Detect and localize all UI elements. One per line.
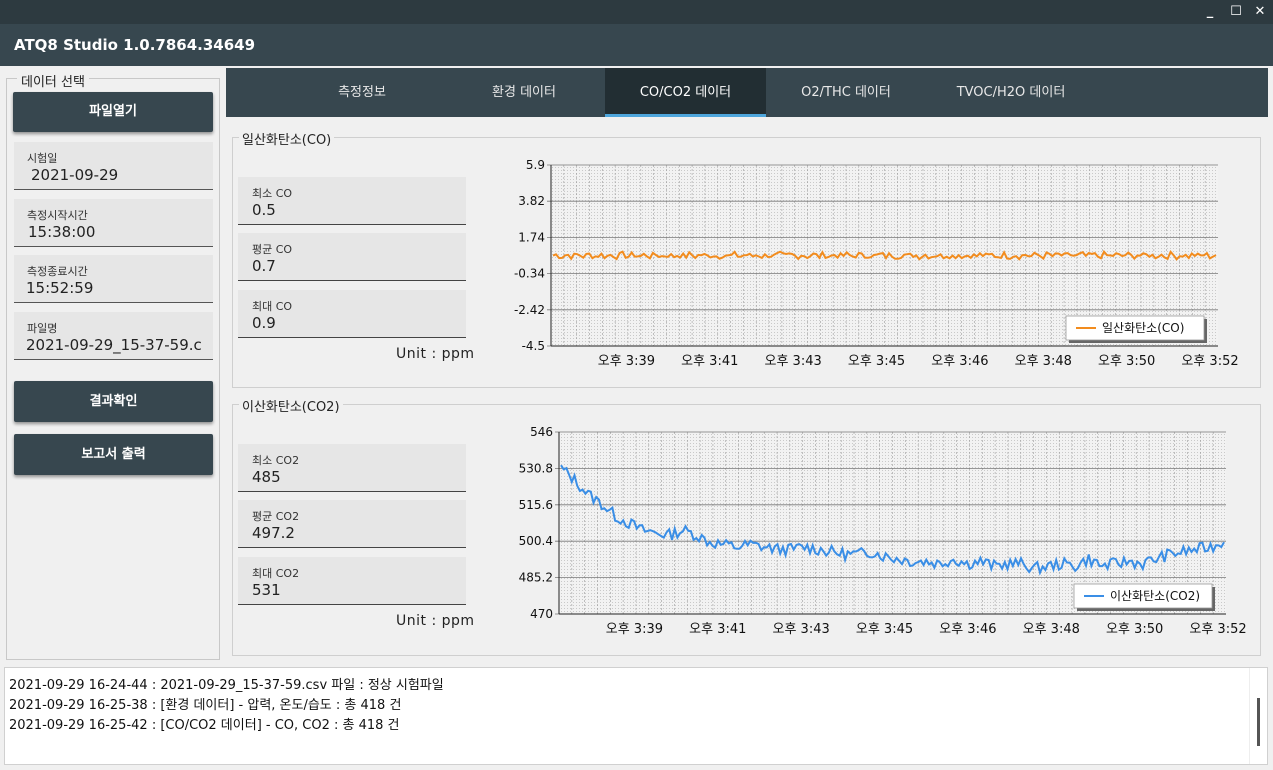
- tab-environment-data[interactable]: 환경 데이터: [446, 68, 602, 117]
- log-line: 2021-09-29 16-24-44 : 2021-09-29_15-37-5…: [9, 678, 444, 693]
- x-tick-label: 오후 3:48: [1015, 354, 1072, 369]
- x-tick-label: 오후 3:48: [1023, 622, 1080, 637]
- co-unit-label: Unit : ppm: [396, 346, 475, 362]
- co2-unit-label: Unit : ppm: [396, 613, 475, 629]
- y-tick-label: 485.2: [519, 571, 553, 585]
- check-result-button[interactable]: 결과확인: [14, 381, 213, 422]
- end-time-label: 측정종료시간: [27, 265, 88, 278]
- y-tick-label: 470: [530, 607, 553, 621]
- tab-o2-thc-data[interactable]: O2/THC 데이터: [768, 68, 924, 117]
- y-tick-label: 5.9: [526, 158, 545, 172]
- y-tick-label: 546: [530, 425, 553, 439]
- co-group-title: 일산화탄소(CO): [239, 129, 335, 148]
- x-tick-label: 오후 3:50: [1106, 622, 1163, 637]
- end-time-field: 측정종료시간 15:52:59: [14, 255, 213, 303]
- co-group: 일산화탄소(CO) 최소 CO 0.5 평균 CO 0.7 최대 CO 0.9 …: [232, 129, 1261, 388]
- filename-field: 파일명 2021-09-29_15-37-59.c: [14, 312, 213, 360]
- start-time-label: 측정시작시간: [27, 209, 88, 222]
- co-line-chart: 5.9 3.82 1.74 -0.34 -2.42 -4.5 오후 3:39 오후 3:41 오…: [514, 158, 1239, 369]
- open-file-button[interactable]: 파일열기: [13, 92, 213, 132]
- co2-max-stat: 최대 CO2 531: [238, 557, 466, 605]
- window-titlebar: _ ☐ ✕: [0, 0, 1273, 24]
- co2-max-value: 531: [252, 581, 281, 599]
- x-tick-label: 오후 3:46: [939, 622, 996, 637]
- log-scrollbar-thumb[interactable]: [1257, 698, 1260, 746]
- co2-max-label: 최대 CO2: [252, 567, 300, 580]
- data-selection-panel: 데이터 선택 파일열기 시험일 2021-09-29 측정시작시간 15:38:…: [6, 71, 220, 660]
- co-max-stat: 최대 CO 0.9: [238, 290, 466, 338]
- legend-label: 일산화탄소(CO): [1102, 321, 1184, 335]
- x-tick-label: 오후 3:45: [848, 354, 905, 369]
- co2-avg-label: 평균 CO2: [252, 510, 300, 523]
- y-tick-label: -4.5: [522, 339, 545, 353]
- x-tick-label: 오후 3:39: [598, 354, 655, 369]
- maximize-button[interactable]: ☐: [1226, 2, 1246, 22]
- co-avg-label: 평균 CO: [252, 243, 293, 256]
- y-tick-label: 3.82: [518, 194, 545, 208]
- tab-tvoc-h2o-data[interactable]: TVOC/H2O 데이터: [926, 68, 1096, 117]
- co-min-value: 0.5: [252, 201, 276, 219]
- y-tick-label: 530.8: [519, 461, 553, 475]
- start-time-value: 15:38:00: [28, 223, 96, 241]
- x-tick-label: 오후 3:39: [606, 622, 663, 637]
- x-tick-label: 오후 3:45: [856, 622, 913, 637]
- end-time-value: 15:52:59: [26, 279, 94, 297]
- x-tick-label: 오후 3:52: [1181, 354, 1238, 369]
- co2-avg-stat: 평균 CO2 497.2: [238, 500, 466, 548]
- co2-group: 이산화탄소(CO2) 최소 CO2 485 평균 CO2 497.2 최대 CO…: [232, 396, 1261, 656]
- co2-min-label: 최소 CO2: [252, 454, 300, 467]
- legend-label: 이산화탄소(CO2): [1110, 589, 1200, 603]
- app-title: ATQ8 Studio 1.0.7864.34649: [0, 24, 1273, 66]
- minimize-button[interactable]: _: [1200, 2, 1220, 22]
- co-max-label: 최대 CO: [252, 300, 293, 313]
- data-selection-title: 데이터 선택: [17, 71, 89, 90]
- test-date-value: 2021-09-29: [31, 166, 119, 184]
- close-button[interactable]: ✕: [1250, 2, 1270, 22]
- log-line: 2021-09-29 16-25-38 : [환경 데이터] - 압력, 온도/…: [9, 698, 402, 713]
- print-report-button[interactable]: 보고서 출력: [14, 434, 213, 475]
- y-tick-label: 500.4: [519, 534, 553, 548]
- co2-avg-value: 497.2: [252, 524, 295, 542]
- log-panel[interactable]: 2021-09-29 16-24-44 : 2021-09-29_15-37-5…: [4, 667, 1268, 765]
- co2-group-title: 이산화탄소(CO2): [239, 396, 343, 415]
- co2-min-value: 485: [252, 468, 281, 486]
- x-tick-label: 오후 3:46: [931, 354, 988, 369]
- co-min-stat: 최소 CO 0.5: [238, 177, 466, 225]
- log-scrollbar[interactable]: [1249, 668, 1267, 764]
- x-tick-label: 오후 3:43: [773, 622, 830, 637]
- x-tick-label: 오후 3:41: [681, 354, 738, 369]
- x-tick-label: 오후 3:41: [689, 622, 746, 637]
- tab-measurement-info[interactable]: 측정정보: [284, 68, 440, 117]
- filename-value: 2021-09-29_15-37-59.c: [26, 336, 202, 354]
- co-avg-value: 0.7: [252, 257, 276, 275]
- tab-content: 일산화탄소(CO) 최소 CO 0.5 평균 CO 0.7 최대 CO 0.9 …: [226, 117, 1268, 663]
- co2-min-stat: 최소 CO2 485: [238, 444, 466, 492]
- x-tick-label: 오후 3:43: [765, 354, 822, 369]
- tab-co-co2-data[interactable]: CO/CO2 데이터: [605, 68, 766, 117]
- log-line: 2021-09-29 16-25-42 : [CO/CO2 데이터] - CO,…: [9, 718, 400, 733]
- filename-label: 파일명: [27, 322, 58, 335]
- x-tick-label: 오후 3:50: [1098, 354, 1155, 369]
- test-date-field: 시험일 2021-09-29: [14, 142, 213, 190]
- y-tick-label: 1.74: [518, 230, 545, 244]
- y-tick-label: 515.6: [519, 498, 553, 512]
- x-tick-label: 오후 3:52: [1189, 622, 1246, 637]
- co-avg-stat: 평균 CO 0.7: [238, 233, 466, 281]
- co-max-value: 0.9: [252, 314, 276, 332]
- tab-bar: 측정정보 환경 데이터 CO/CO2 데이터 O2/THC 데이터 TVOC/H…: [226, 68, 1268, 117]
- co2-line-chart: 546 530.8 515.6 500.4 485.2 470 오후 3:39 오후 3:41…: [519, 425, 1247, 637]
- co-min-label: 최소 CO: [252, 187, 293, 200]
- test-date-label: 시험일: [27, 152, 58, 165]
- start-time-field: 측정시작시간 15:38:00: [14, 199, 213, 247]
- y-tick-label: -0.34: [514, 267, 545, 281]
- y-tick-label: -2.42: [514, 303, 545, 317]
